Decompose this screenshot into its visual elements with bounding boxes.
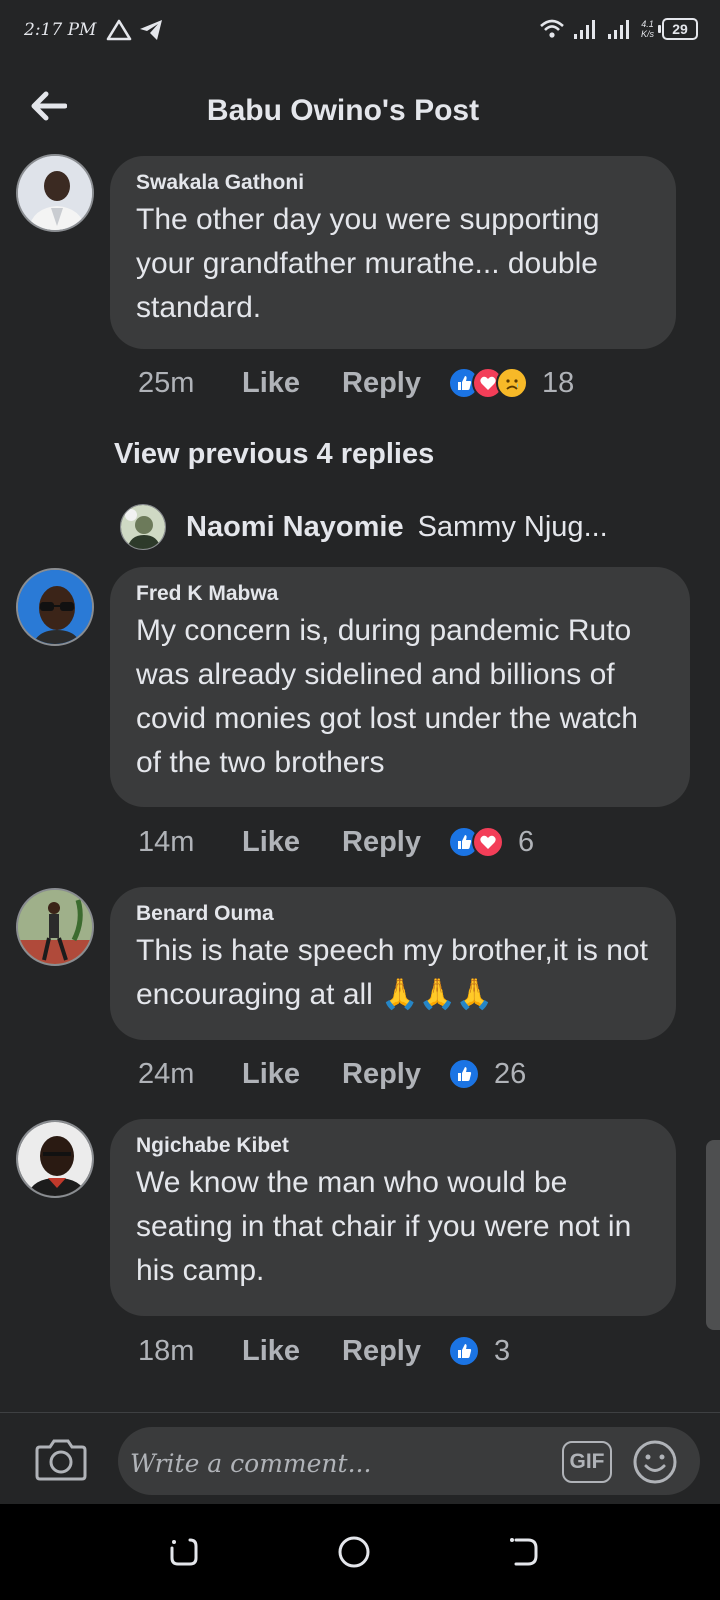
reaction-count: 26 <box>494 1057 527 1090</box>
reaction-count: 6 <box>518 825 535 858</box>
battery-indicator: 29 <box>658 18 698 40</box>
alert-triangle-icon <box>106 19 132 41</box>
page-title: Babu Owino's Post <box>206 94 480 127</box>
back-nav-button[interactable] <box>506 1534 542 1570</box>
header: Babu Owino's Post <box>0 72 720 152</box>
comment-actions: 24m Like Reply 26 <box>138 1052 526 1096</box>
avatar-photo-icon <box>121 505 165 549</box>
reply-button[interactable]: Reply <box>342 1335 448 1368</box>
gif-button[interactable]: GIF <box>562 1441 612 1483</box>
home-button[interactable] <box>336 1534 372 1570</box>
avatar[interactable] <box>16 154 94 232</box>
recent-apps-button[interactable] <box>166 1534 202 1570</box>
like-button[interactable]: Like <box>242 1335 342 1368</box>
comment-bubble[interactable]: Fred K Mabwa My concern is, during pande… <box>110 567 690 807</box>
reactions[interactable]: 6 <box>448 826 534 859</box>
reaction-count: 18 <box>542 366 575 399</box>
reply-button[interactable]: Reply <box>342 826 448 859</box>
like-reaction-icon <box>448 1058 480 1090</box>
love-reaction-icon <box>472 826 504 858</box>
like-reaction-icon <box>448 1335 480 1367</box>
comment-bubble[interactable]: Ngichabe Kibet We know the man who would… <box>110 1119 676 1316</box>
comment-bubble[interactable]: Benard Ouma This is hate speech my broth… <box>110 887 676 1040</box>
comment-input[interactable] <box>118 1427 700 1495</box>
telegram-icon <box>140 20 162 40</box>
status-bar: 2:17 PM 4.1 K/s 29 <box>0 0 720 64</box>
reply-avatar <box>120 504 166 550</box>
comment-text: My concern is, during pandemic Ruto was … <box>136 614 638 779</box>
avatar[interactable] <box>16 888 94 966</box>
avatar-photo-icon <box>18 156 92 230</box>
reply-author: Naomi Nayomie <box>186 510 404 543</box>
avatar[interactable] <box>16 1120 94 1198</box>
like-button[interactable]: Like <box>242 1058 342 1091</box>
signal-icon <box>573 20 595 39</box>
camera-button[interactable] <box>34 1435 88 1483</box>
reply-snippet: Sammy Njug... <box>417 510 608 543</box>
comment-actions: 25m Like Reply 18 <box>138 361 574 405</box>
like-button[interactable]: Like <box>242 367 342 400</box>
reply-button[interactable]: Reply <box>342 1058 448 1091</box>
reaction-count: 3 <box>494 1334 511 1367</box>
avatar-photo-icon <box>18 1122 92 1196</box>
comment-time[interactable]: 25m <box>138 367 242 400</box>
signal-icon-2 <box>607 20 629 39</box>
camera-icon <box>35 1439 87 1481</box>
avatar-photo-icon <box>18 570 92 644</box>
reactions[interactable]: 26 <box>448 1058 526 1091</box>
comment-composer: Write a comment... GIF <box>0 1412 720 1504</box>
wifi-icon <box>540 19 564 38</box>
smiley-icon <box>633 1440 677 1484</box>
comment-time[interactable]: 14m <box>138 826 242 859</box>
scrollbar-handle[interactable] <box>706 1140 720 1330</box>
reactions[interactable]: 18 <box>448 367 574 400</box>
view-previous-replies-link[interactable]: View previous 4 replies <box>114 438 434 471</box>
comment-time[interactable]: 18m <box>138 1335 242 1368</box>
comment-actions: 14m Like Reply 6 <box>138 820 534 864</box>
reply-preview[interactable]: Naomi Nayomie Sammy Njug... <box>120 504 700 550</box>
system-nav-bar <box>0 1504 720 1600</box>
comment-time[interactable]: 24m <box>138 1058 242 1091</box>
comment-author[interactable]: Swakala Gathoni <box>136 170 652 196</box>
reactions[interactable]: 3 <box>448 1335 510 1368</box>
home-circle-icon <box>338 1536 370 1568</box>
comment-actions: 18m Like Reply 3 <box>138 1329 510 1373</box>
comment-bubble[interactable]: Swakala Gathoni The other day you were s… <box>110 156 676 349</box>
like-button[interactable]: Like <box>242 826 342 859</box>
status-time: 2:17 PM <box>24 20 97 40</box>
comment-text: We know the man who would be seating in … <box>136 1166 632 1287</box>
emoji-button[interactable] <box>632 1439 678 1485</box>
avatar-photo-icon <box>18 890 92 964</box>
comment-text: This is hate speech my brother,it is not… <box>136 934 648 1011</box>
back-nav-icon <box>510 1538 538 1566</box>
reply-button[interactable]: Reply <box>342 367 448 400</box>
sad-reaction-icon <box>496 367 528 399</box>
recent-apps-icon <box>170 1538 198 1566</box>
comment-author[interactable]: Benard Ouma <box>136 901 652 927</box>
avatar[interactable] <box>16 568 94 646</box>
comment-author[interactable]: Fred K Mabwa <box>136 581 666 607</box>
comment-text: The other day you were supporting your g… <box>136 203 600 324</box>
network-speed: 4.1 K/s <box>640 19 654 39</box>
comment-author[interactable]: Ngichabe Kibet <box>136 1133 652 1159</box>
